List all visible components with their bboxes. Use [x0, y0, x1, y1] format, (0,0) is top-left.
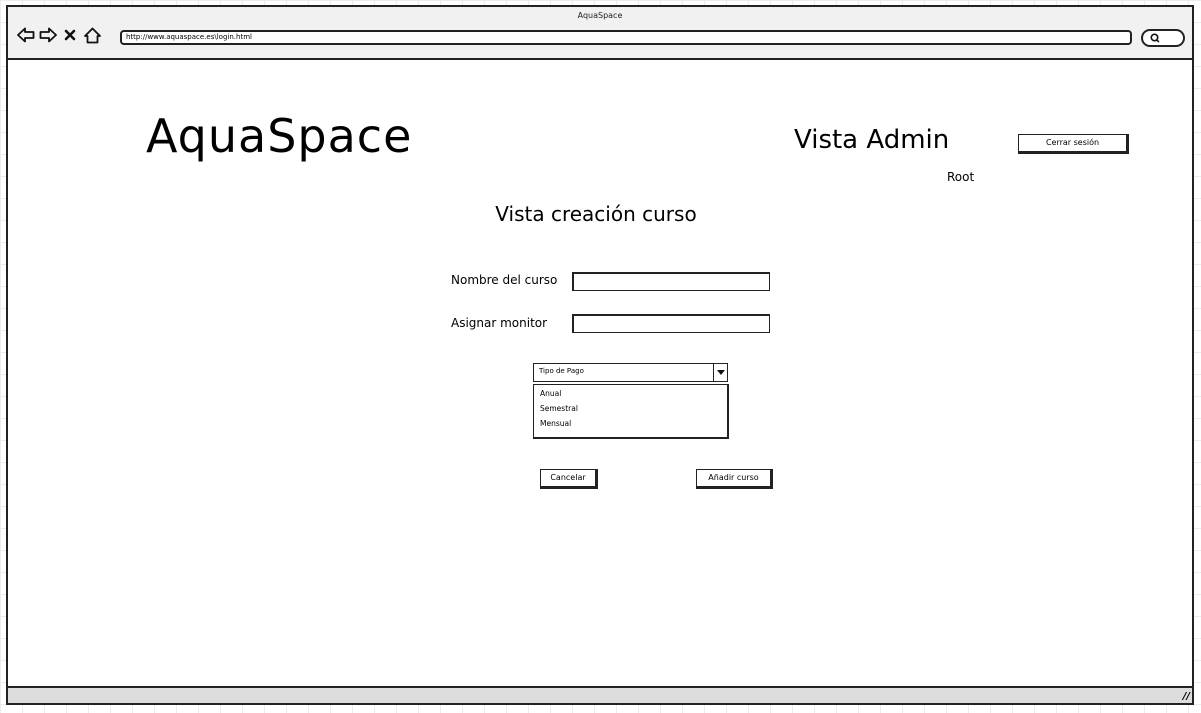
- status-bar: //: [8, 686, 1192, 703]
- nav-buttons: [17, 24, 101, 46]
- monitor-label: Asignar monitor: [451, 316, 548, 330]
- course-name-input[interactable]: [572, 272, 770, 291]
- window-title: AquaSpace: [577, 11, 623, 20]
- course-name-label: Nombre del curso: [451, 273, 558, 287]
- logout-button[interactable]: Cerrar sesión: [1018, 134, 1129, 154]
- cancel-button[interactable]: Cancelar: [540, 469, 598, 489]
- add-course-button[interactable]: Añadir curso: [696, 469, 773, 489]
- stop-icon[interactable]: [61, 26, 79, 44]
- url-bar[interactable]: http://www.aquaspace.es\login.html: [120, 30, 1132, 45]
- search-button[interactable]: [1141, 29, 1185, 47]
- payment-type-options: Anual Semestral Mensual: [533, 384, 729, 439]
- forward-arrow-icon[interactable]: [39, 26, 57, 44]
- monitor-input[interactable]: [572, 314, 770, 333]
- option-mensual[interactable]: Mensual: [534, 416, 727, 431]
- payment-type-selected: Tipo de Pago: [539, 367, 584, 375]
- back-arrow-icon[interactable]: [17, 26, 35, 44]
- current-user: Root: [947, 170, 975, 184]
- option-anual[interactable]: Anual: [534, 386, 727, 401]
- option-semestral[interactable]: Semestral: [534, 401, 727, 416]
- payment-type-select[interactable]: Tipo de Pago: [533, 363, 728, 382]
- resize-grip-icon[interactable]: //: [1183, 691, 1190, 702]
- browser-toolbar: AquaSpace http://www.aquaspace.es\login.…: [8, 7, 1192, 60]
- page-heading-text: Vista creación curso: [495, 202, 697, 226]
- search-icon: [1150, 31, 1160, 48]
- chevron-down-icon[interactable]: [713, 364, 727, 381]
- home-icon[interactable]: [83, 26, 101, 44]
- page-heading: Vista creación curso: [8, 202, 1196, 226]
- app-logo: AquaSpace: [146, 109, 413, 163]
- view-title: Vista Admin: [794, 125, 950, 155]
- browser-window: AquaSpace http://www.aquaspace.es\login.…: [6, 5, 1194, 705]
